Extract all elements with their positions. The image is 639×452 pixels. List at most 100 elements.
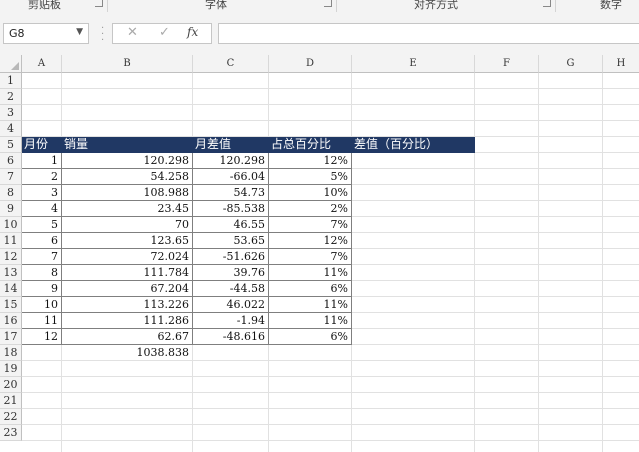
cell-sales[interactable]: 67.204 [62,281,193,297]
cell-percent[interactable]: 7% [269,249,352,265]
row-header[interactable]: 22 [0,409,22,425]
cell-diff[interactable]: -85.538 [193,201,269,217]
cell-month[interactable]: 4 [22,201,62,217]
row-header[interactable]: 1 [0,73,22,89]
header-diff-percent[interactable]: 差值（百分比） [352,137,475,153]
header-sales[interactable]: 销量 [62,137,193,153]
separator [555,0,556,12]
header-month[interactable]: 月份 [22,137,62,153]
cell-month[interactable]: 12 [22,329,62,345]
row-header[interactable]: 4 [0,121,22,137]
cell-month[interactable]: 9 [22,281,62,297]
formula-input[interactable] [218,23,639,44]
cancel-icon[interactable]: ✕ [127,25,138,40]
cell-percent[interactable]: 7% [269,217,352,233]
insert-function-button[interactable]: fx [187,25,198,39]
cell-month[interactable]: 6 [22,233,62,249]
row-header[interactable]: 23 [0,425,22,441]
cell-month[interactable]: 7 [22,249,62,265]
column-header-d[interactable]: D [269,55,352,73]
cell-percent[interactable]: 11% [269,265,352,281]
column-header-b[interactable]: B [62,55,193,73]
cell-percent[interactable]: 10% [269,185,352,201]
column-header-a[interactable]: A [22,55,62,73]
row-header[interactable]: 11 [0,233,22,249]
row-header[interactable]: 20 [0,377,22,393]
cell-percent[interactable]: 11% [269,313,352,329]
enter-icon[interactable]: ✓ [159,25,170,40]
column-header-h[interactable]: H [603,55,639,73]
cell-diff[interactable]: -48.616 [193,329,269,345]
separator [336,0,337,12]
row-header[interactable]: 10 [0,217,22,233]
header-percent-of-total[interactable]: 占总百分比 [269,137,352,153]
cell-percent[interactable]: 2% [269,201,352,217]
dialog-launcher-icon[interactable] [543,0,551,7]
cell-diff[interactable]: 46.55 [193,217,269,233]
chevron-down-icon[interactable]: ▼ [76,27,83,37]
row-header[interactable]: 18 [0,345,22,361]
cell-month[interactable]: 8 [22,265,62,281]
cell-sales[interactable]: 123.65 [62,233,193,249]
header-monthly-diff[interactable]: 月差值 [193,137,269,153]
cell-diff[interactable]: -44.58 [193,281,269,297]
cell-diff[interactable]: 46.022 [193,297,269,313]
cell-diff[interactable]: -66.04 [193,169,269,185]
row-header[interactable]: 19 [0,361,22,377]
row-header[interactable]: 9 [0,201,22,217]
cell-percent[interactable]: 6% [269,281,352,297]
worksheet-grid: A B C D E F G H 1 2 3 4 5 6 7 8 9 10 11 … [0,55,639,452]
cell-month[interactable]: 10 [22,297,62,313]
row-header[interactable]: 12 [0,249,22,265]
dialog-launcher-icon[interactable] [324,0,332,7]
cell-sales[interactable]: 120.298 [62,153,193,169]
row-header[interactable]: 6 [0,153,22,169]
cell-sales[interactable]: 72.024 [62,249,193,265]
row-header[interactable]: 7 [0,169,22,185]
column-header-c[interactable]: C [193,55,269,73]
cell-sales[interactable]: 54.258 [62,169,193,185]
row-header[interactable]: 15 [0,297,22,313]
cell-month[interactable]: 1 [22,153,62,169]
select-all-button[interactable] [0,55,22,73]
cell-sales[interactable]: 111.286 [62,313,193,329]
cell-month[interactable]: 2 [22,169,62,185]
cell-percent[interactable]: 11% [269,297,352,313]
cell-sales[interactable]: 70 [62,217,193,233]
cell-diff[interactable]: 120.298 [193,153,269,169]
cell-diff[interactable]: -51.626 [193,249,269,265]
row-header[interactable]: 14 [0,281,22,297]
cell-diff[interactable]: 54.73 [193,185,269,201]
column-header-g[interactable]: G [539,55,603,73]
row-header[interactable]: 21 [0,393,22,409]
row-header[interactable]: 13 [0,265,22,281]
column-header-f[interactable]: F [475,55,539,73]
row-header[interactable]: 17 [0,329,22,345]
cell-percent[interactable]: 12% [269,233,352,249]
cell-month[interactable]: 3 [22,185,62,201]
row-header[interactable]: 2 [0,89,22,105]
cell-month[interactable]: 5 [22,217,62,233]
cell-sales[interactable]: 113.226 [62,297,193,313]
cell-sales[interactable]: 108.988 [62,185,193,201]
column-header-e[interactable]: E [352,55,475,73]
cell-percent[interactable]: 5% [269,169,352,185]
cell-month[interactable]: 11 [22,313,62,329]
cell-sales[interactable]: 23.45 [62,201,193,217]
row-header[interactable]: 5 [0,137,22,153]
drag-handle-icon[interactable]: · · · [101,24,104,46]
cell-diff[interactable]: -1.94 [193,313,269,329]
cell-percent[interactable]: 12% [269,153,352,169]
formula-buttons: ✕ ✓ fx [112,23,212,44]
cell-diff[interactable]: 53.65 [193,233,269,249]
cell-diff[interactable]: 39.76 [193,265,269,281]
name-box[interactable]: G8 ▼ [3,23,89,44]
dialog-launcher-icon[interactable] [95,0,103,7]
row-header[interactable]: 8 [0,185,22,201]
row-header[interactable]: 3 [0,105,22,121]
row-header[interactable]: 16 [0,313,22,329]
cell-sales-total[interactable]: 1038.838 [62,345,193,361]
cell-sales[interactable]: 62.67 [62,329,193,345]
cell-sales[interactable]: 111.784 [62,265,193,281]
cell-percent[interactable]: 6% [269,329,352,345]
